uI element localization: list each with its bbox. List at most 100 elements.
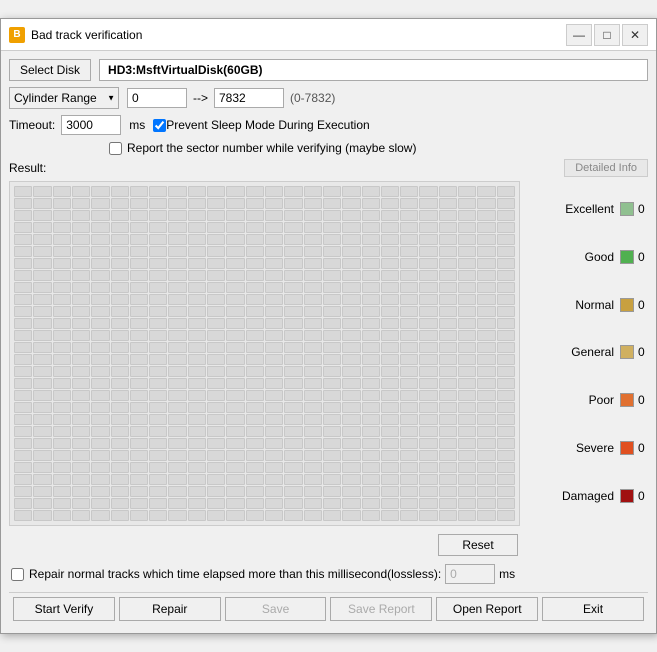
close-button[interactable]: ✕ — [622, 24, 648, 46]
legend-item-count: 0 — [638, 441, 648, 455]
grid-cell — [439, 198, 457, 209]
grid-cell — [304, 426, 322, 437]
grid-cell — [14, 390, 32, 401]
grid-cell — [439, 306, 457, 317]
start-verify-button[interactable]: Start Verify — [13, 597, 115, 621]
prevent-sleep-checkbox[interactable] — [153, 119, 166, 132]
grid-cell — [130, 378, 148, 389]
range-info-label: (0-7832) — [290, 91, 335, 105]
grid-cell — [72, 198, 90, 209]
report-sector-checkbox[interactable] — [109, 142, 122, 155]
grid-cell — [400, 198, 418, 209]
cylinder-start-input[interactable] — [127, 88, 187, 108]
timeout-label: Timeout: — [9, 118, 55, 132]
grid-cell — [284, 198, 302, 209]
grid-cell — [91, 258, 109, 269]
grid-cell — [439, 246, 457, 257]
grid-cell — [246, 306, 264, 317]
grid-cell — [91, 246, 109, 257]
grid-cell — [207, 234, 225, 245]
grid-cell — [323, 330, 341, 341]
grid-cell — [284, 366, 302, 377]
save-report-button[interactable]: Save Report — [330, 597, 432, 621]
grid-cell — [226, 342, 244, 353]
grid-cell — [497, 294, 515, 305]
grid-cell — [111, 198, 129, 209]
grid-cell — [246, 510, 264, 521]
exit-button[interactable]: Exit — [542, 597, 644, 621]
repair-label: Repair normal tracks which time elapsed … — [29, 567, 441, 581]
legend-item-count: 0 — [638, 489, 648, 503]
grid-cell — [265, 366, 283, 377]
grid-cell — [304, 330, 322, 341]
grid-cell — [168, 294, 186, 305]
repair-checkbox[interactable] — [11, 568, 24, 581]
reset-button[interactable]: Reset — [438, 534, 518, 556]
grid-cell — [477, 222, 495, 233]
cylinder-end-input[interactable] — [214, 88, 284, 108]
grid-cell — [168, 438, 186, 449]
grid-cell — [72, 234, 90, 245]
main-area: Excellent0Good0Normal0General0Poor0Sever… — [9, 181, 648, 526]
minimize-button[interactable]: — — [566, 24, 592, 46]
maximize-button[interactable]: □ — [594, 24, 620, 46]
grid-cell — [323, 474, 341, 485]
grid-cell — [246, 474, 264, 485]
grid-cell — [381, 450, 399, 461]
select-disk-button[interactable]: Select Disk — [9, 59, 91, 81]
grid-cell — [419, 270, 437, 281]
grid-cell — [33, 246, 51, 257]
grid-cell — [458, 210, 476, 221]
grid-cell — [497, 318, 515, 329]
repair-button[interactable]: Repair — [119, 597, 221, 621]
grid-cell — [342, 330, 360, 341]
detailed-info-button[interactable]: Detailed Info — [564, 159, 648, 177]
grid-cell — [149, 306, 167, 317]
grid-cell — [226, 426, 244, 437]
grid-cell — [304, 246, 322, 257]
grid-cell — [33, 330, 51, 341]
grid-cell — [439, 462, 457, 473]
grid-cell — [419, 510, 437, 521]
open-report-button[interactable]: Open Report — [436, 597, 538, 621]
grid-cell — [207, 438, 225, 449]
grid-cell — [477, 258, 495, 269]
cylinder-range-select[interactable]: Cylinder Range — [9, 87, 119, 109]
grid-cell — [265, 414, 283, 425]
grid-cell — [72, 246, 90, 257]
grid-cell — [439, 426, 457, 437]
grid-cell — [362, 222, 380, 233]
save-button[interactable]: Save — [225, 597, 327, 621]
grid-cell — [72, 210, 90, 221]
grid-cell — [362, 258, 380, 269]
grid-cell — [188, 414, 206, 425]
grid-cell — [323, 342, 341, 353]
repair-ms-input[interactable] — [445, 564, 495, 584]
grid-cell — [91, 510, 109, 521]
grid-cell — [362, 510, 380, 521]
grid-cell — [33, 186, 51, 197]
grid-cell — [362, 354, 380, 365]
grid-cell — [381, 270, 399, 281]
grid-cell — [323, 498, 341, 509]
grid-cell — [400, 474, 418, 485]
grid-cell — [381, 342, 399, 353]
grid-cell — [33, 390, 51, 401]
grid-cell — [111, 342, 129, 353]
grid-cell — [168, 282, 186, 293]
grid-cell — [265, 390, 283, 401]
grid-cell — [226, 402, 244, 413]
grid-cell — [477, 282, 495, 293]
grid-cell — [53, 234, 71, 245]
grid-cell — [246, 318, 264, 329]
grid-cell — [419, 498, 437, 509]
grid-cell — [284, 462, 302, 473]
bottom-toolbar: Start Verify Repair Save Save Report Ope… — [9, 592, 648, 625]
grid-cell — [91, 306, 109, 317]
grid-cell — [323, 234, 341, 245]
timeout-input[interactable] — [61, 115, 121, 135]
legend-item: Normal0 — [528, 298, 648, 312]
grid-cell — [246, 186, 264, 197]
grid-cell — [419, 462, 437, 473]
grid-cell — [188, 510, 206, 521]
